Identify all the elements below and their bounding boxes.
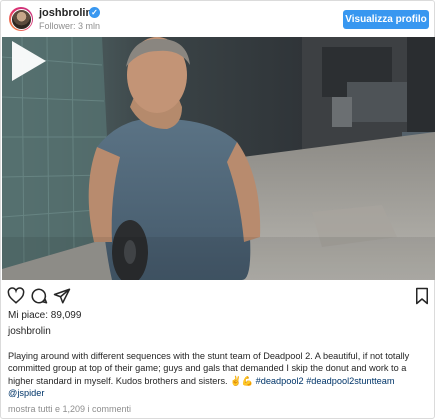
view-profile-button[interactable]: Visualizza profilo: [343, 10, 429, 29]
post-owner-username[interactable]: joshbrolin: [8, 326, 51, 337]
video-player[interactable]: [2, 37, 435, 280]
video-frame: [2, 37, 435, 280]
mention-jspider[interactable]: @jspider: [8, 388, 44, 398]
share-icon[interactable]: [53, 287, 71, 305]
comment-icon[interactable]: [30, 287, 48, 305]
action-bar: [1, 285, 434, 307]
likes-count[interactable]: Mi piace: 89,099: [8, 310, 81, 321]
view-all-comments-link[interactable]: mostra tutti e 1,209 i commenti: [8, 404, 131, 414]
instagram-embed-card: joshbrolin ✓ Follower: 3 mln Visualizza …: [0, 0, 435, 419]
heart-icon[interactable]: [7, 287, 25, 305]
hashtag-deadpool2[interactable]: #deadpool2: [256, 376, 304, 386]
play-icon[interactable]: [2, 37, 50, 85]
post-caption: Playing around with different sequences …: [8, 350, 428, 399]
verified-badge-icon: ✓: [89, 7, 100, 18]
avatar-image: [10, 8, 32, 30]
hashtag-deadpool2stuntteam[interactable]: #deadpool2stuntteam: [306, 376, 394, 386]
followers-count: Follower: 3 mln: [39, 21, 101, 31]
avatar[interactable]: [9, 7, 33, 31]
bookmark-icon[interactable]: [413, 287, 431, 305]
post-header: joshbrolin ✓ Follower: 3 mln Visualizza …: [1, 1, 434, 37]
username[interactable]: joshbrolin: [39, 7, 92, 19]
